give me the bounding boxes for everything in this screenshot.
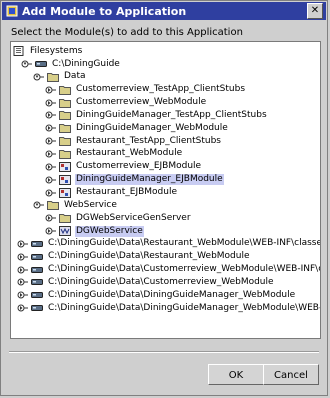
folder-icon	[47, 72, 59, 82]
button-separator	[9, 351, 319, 353]
collapse-handle-icon[interactable]	[45, 162, 57, 172]
collapse-handle-icon[interactable]	[45, 188, 57, 198]
collapse-handle-icon[interactable]	[45, 98, 57, 108]
expand-handle-icon[interactable]	[33, 72, 45, 82]
tree-root-label: Filesystems	[30, 45, 83, 56]
tree-node[interactable]: C:\DiningGuide\Data\Customerreview_WebMo…	[17, 264, 321, 276]
tree-node-label: DiningGuideManager_EJBModule	[75, 174, 224, 186]
folder-icon	[59, 110, 71, 121]
tree-node-label: C:\DiningGuide\Data\Customerreview_WebMo…	[48, 264, 321, 275]
tree-root[interactable]: Filesystems	[13, 45, 83, 57]
module-icon	[59, 187, 71, 198]
collapse-handle-icon[interactable]	[45, 136, 57, 146]
collapse-handle-icon[interactable]	[45, 149, 57, 159]
tree-node-label: DGWebServiceGenServer	[76, 212, 191, 223]
tree-node-label: C:\DiningGuide\Data\Customerreview_WebMo…	[48, 276, 274, 287]
module-tree[interactable]: Filesystems C:\DiningGuide Data Customerre…	[10, 41, 321, 339]
drive-icon	[35, 59, 47, 69]
folder-icon	[59, 136, 71, 147]
tree-node-label: Customerreview_WebModule	[76, 97, 207, 108]
collapse-handle-icon[interactable]	[45, 110, 57, 120]
drive-icon	[31, 290, 43, 300]
tree-node-label: C:\DiningGuide\Data\DiningGuideManager_W…	[48, 289, 296, 300]
expand-handle-icon[interactable]	[33, 200, 45, 210]
collapse-handle-icon[interactable]	[45, 226, 57, 236]
module-icon	[59, 161, 71, 172]
collapse-handle-icon[interactable]	[17, 290, 29, 300]
tree-node-label: C:\DiningGuide	[52, 58, 120, 69]
cancel-button[interactable]: Cancel	[263, 364, 319, 385]
tree-node-label: Customerreview_EJBModule	[76, 161, 202, 172]
expand-handle-icon[interactable]	[21, 59, 33, 69]
tree-node[interactable]: DiningGuideManager_EJBModule	[45, 174, 224, 186]
tree-node[interactable]: C:\DiningGuide\Data\Restaurant_WebModule	[17, 251, 251, 263]
collapse-handle-icon[interactable]	[17, 277, 29, 287]
collapse-handle-icon[interactable]	[45, 175, 57, 185]
collapse-handle-icon[interactable]	[17, 303, 29, 313]
tree-node[interactable]: DiningGuideManager_WebModule	[45, 122, 229, 134]
add-module-dialog: Add Module to Application ✕ Select the M…	[0, 0, 328, 396]
tree-node-label: DGWebService	[75, 225, 144, 237]
collapse-handle-icon[interactable]	[17, 265, 29, 275]
folder-icon	[59, 85, 71, 95]
tree-node[interactable]: Customerreview_EJBModule	[45, 161, 202, 173]
tree-node[interactable]: C:\DiningGuide\Data\DiningGuideManager_W…	[17, 289, 296, 301]
folder-icon	[59, 213, 71, 224]
collapse-handle-icon[interactable]	[17, 239, 29, 249]
collapse-handle-icon[interactable]	[45, 85, 57, 95]
tree-node-label: C:\DiningGuide\Data\Restaurant_WebModule	[48, 251, 250, 262]
tree-node[interactable]: Customerreview_WebModule	[45, 97, 207, 109]
tree-node-label: WebService	[64, 199, 117, 210]
tree-node[interactable]: C:\DiningGuide\Data\DiningGuideManager_W…	[17, 302, 320, 314]
tree-node-label: Restaurant_EJBModule	[76, 187, 178, 197]
drive-icon	[31, 265, 43, 275]
title-bar[interactable]: Add Module to Application ✕	[2, 2, 326, 20]
collapse-handle-icon[interactable]	[17, 252, 29, 262]
close-button[interactable]: ✕	[307, 3, 323, 19]
tree-node[interactable]: DiningGuideManager_TestApp_ClientStubs	[45, 109, 268, 121]
drive-icon	[31, 239, 43, 249]
folder-icon	[59, 123, 71, 134]
tree-node-label: C:\DiningGuide\Data\DiningGuideManager_W…	[48, 302, 320, 313]
tree-node[interactable]: DGWebServiceGenServer	[45, 212, 192, 224]
app-icon	[6, 5, 18, 17]
instruction-label: Select the Module(s) to add to this Appl…	[11, 27, 243, 38]
tree-node[interactable]: Customerreview_TestApp_ClientStubs	[45, 84, 246, 96]
filesystems-icon	[13, 46, 25, 56]
collapse-handle-icon[interactable]	[45, 213, 57, 223]
tree-node-label: Data	[64, 71, 86, 82]
tree-node-label: Restaurant_WebModule	[76, 148, 183, 159]
tree-node-label: Restaurant_TestApp_ClientStubs	[76, 135, 221, 146]
tree-node[interactable]: Restaurant_TestApp_ClientStubs	[45, 135, 222, 147]
tree-node-label: DiningGuideManager_WebModule	[76, 122, 228, 133]
tree-node[interactable]: C:\DiningGuide	[21, 58, 121, 70]
drive-icon	[31, 277, 43, 287]
window-title: Add Module to Application	[22, 4, 187, 18]
module-icon	[59, 174, 71, 185]
drive-icon	[31, 252, 43, 262]
drive-icon	[31, 303, 43, 313]
tree-node[interactable]: C:\DiningGuide\Data\Restaurant_WebModule…	[17, 238, 321, 250]
tree-node[interactable]: DGWebService	[45, 225, 144, 237]
tree-node-label: Customerreview_TestApp_ClientStubs	[76, 84, 246, 95]
folder-icon	[59, 98, 71, 108]
webservice-icon	[59, 226, 71, 237]
tree-node-label: C:\DiningGuide\Data\Restaurant_WebModule…	[48, 238, 321, 249]
collapse-handle-icon[interactable]	[45, 123, 57, 133]
tree-node-label: DiningGuideManager_TestApp_ClientStubs	[76, 109, 267, 120]
tree-node[interactable]: WebService	[33, 199, 118, 211]
tree-node[interactable]: Data	[33, 71, 87, 83]
ok-button[interactable]: OK	[208, 364, 264, 385]
tree-node[interactable]: Restaurant_WebModule	[45, 148, 183, 160]
folder-icon	[59, 149, 71, 159]
folder-icon	[47, 200, 59, 211]
tree-node[interactable]: C:\DiningGuide\Data\Customerreview_WebMo…	[17, 276, 275, 288]
tree-node[interactable]: Restaurant_EJBModule	[45, 187, 178, 199]
